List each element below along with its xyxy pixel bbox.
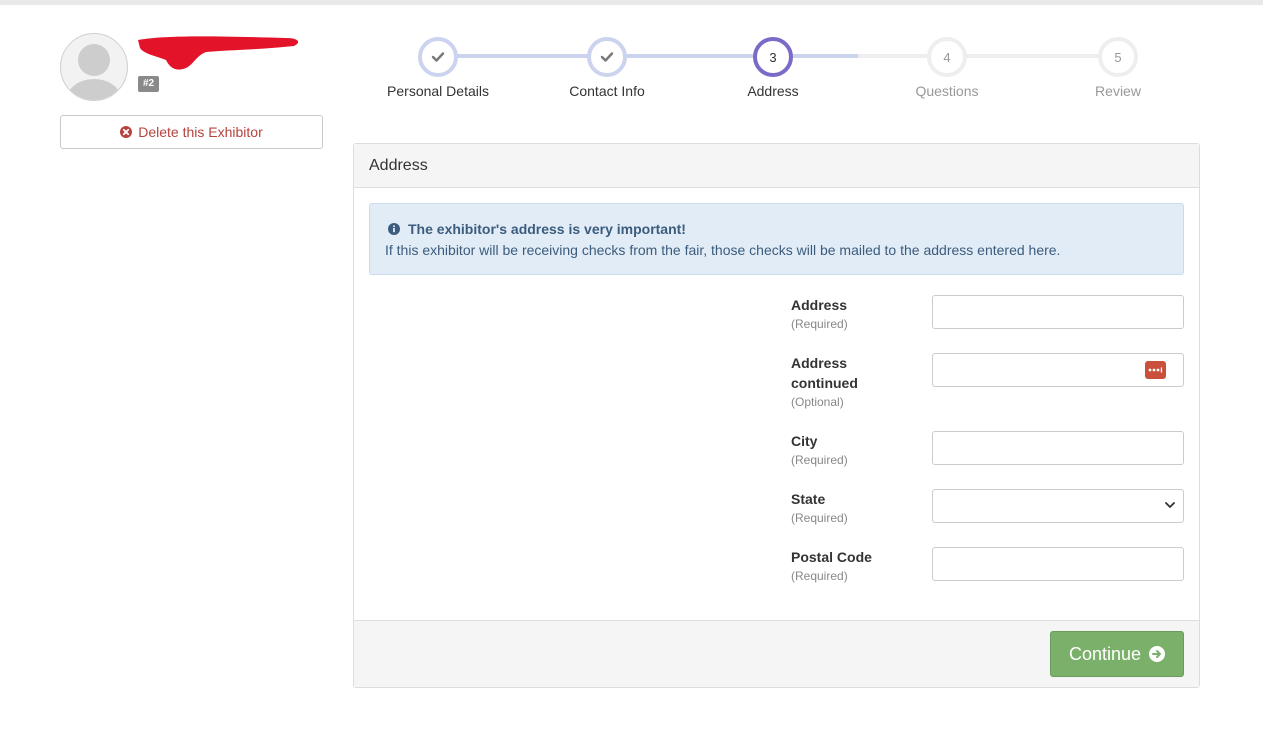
address-panel: Address The exhibitor's address is very …	[353, 143, 1200, 688]
step-number: 5	[1114, 49, 1122, 65]
panel-title: Address	[354, 144, 1199, 188]
address-input[interactable]	[932, 295, 1184, 329]
postal-code-input[interactable]	[932, 547, 1184, 581]
city-hint: (Required)	[791, 453, 848, 467]
state-select[interactable]	[932, 489, 1184, 523]
exhibitor-id-badge: #2	[138, 76, 160, 92]
remove-circle-icon	[120, 126, 133, 138]
continue-label: Continue	[1068, 643, 1142, 664]
postal-code-hint: (Required)	[791, 569, 848, 583]
step-personal-details[interactable]	[418, 37, 458, 77]
top-bar	[0, 0, 1263, 5]
address-label: Address	[791, 297, 848, 313]
city-input[interactable]	[932, 431, 1184, 465]
step-label-personal-details: Personal Details	[387, 83, 489, 99]
avatar-head	[78, 44, 110, 76]
arrow-circle-right-icon	[1149, 646, 1166, 662]
continue-button[interactable]: Continue	[1050, 631, 1184, 677]
postal-code-label: Postal Code	[791, 549, 872, 565]
info-alert: The exhibitor's address is very importan…	[369, 203, 1184, 275]
stepper-track-remaining	[858, 54, 1118, 58]
address-continued-label-line2: continued	[791, 375, 858, 391]
panel-footer: Continue	[354, 620, 1199, 687]
step-address[interactable]: 3	[753, 37, 793, 77]
alert-title: The exhibitor's address is very importan…	[408, 221, 686, 237]
step-label-questions: Questions	[915, 83, 979, 99]
redaction-mark	[138, 36, 299, 70]
address-continued-hint: (Optional)	[791, 395, 844, 409]
state-hint: (Required)	[791, 511, 848, 525]
step-number: 3	[769, 49, 777, 65]
delete-exhibitor-button[interactable]: Delete this Exhibitor	[60, 115, 323, 149]
checkmark-icon	[600, 52, 614, 62]
step-label-address: Address	[747, 83, 799, 99]
stepper-track-completed	[438, 54, 858, 58]
ellipsis-icon	[1148, 367, 1163, 373]
address-continued-label-line1: Address	[791, 355, 848, 371]
step-label-review: Review	[1095, 83, 1141, 99]
checkmark-icon	[431, 52, 445, 62]
alert-body: If this exhibitor will be receiving chec…	[385, 242, 1061, 258]
step-contact-info[interactable]	[587, 37, 627, 77]
delete-exhibitor-label: Delete this Exhibitor	[138, 124, 263, 140]
address-continued-input[interactable]	[932, 353, 1184, 387]
chevron-down-icon	[1165, 502, 1175, 508]
city-label: City	[791, 433, 818, 449]
step-questions: 4	[927, 37, 967, 77]
address-hint: (Required)	[791, 317, 848, 331]
step-review: 5	[1098, 37, 1138, 77]
step-number: 4	[943, 49, 951, 65]
password-manager-icon[interactable]	[1145, 361, 1166, 379]
avatar-shoulders	[67, 79, 121, 100]
state-label: State	[791, 491, 826, 507]
avatar	[60, 33, 128, 101]
step-label-contact-info: Contact Info	[569, 83, 645, 99]
info-icon	[388, 223, 400, 235]
